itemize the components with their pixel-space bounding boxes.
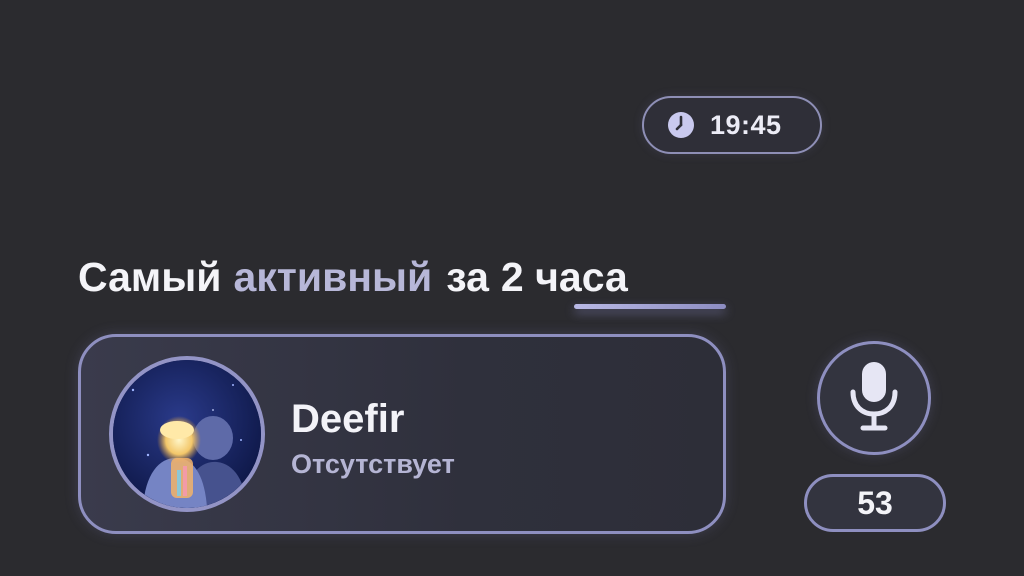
user-card[interactable]: Deefir Отсутствует — [78, 334, 726, 534]
headline-word-1: Самый — [78, 254, 222, 300]
headline: Самый активный за 2 часа — [78, 254, 628, 306]
avatar — [109, 356, 265, 512]
headline-period: 2 часа — [500, 254, 628, 300]
user-name: Deefir — [291, 397, 405, 441]
microphone-button[interactable] — [817, 341, 931, 455]
voice-count-badge: 53 — [804, 474, 946, 532]
headline-word-2: за — [446, 254, 489, 300]
time-badge: 19:45 — [642, 96, 822, 154]
period-underline — [574, 304, 726, 309]
voice-count: 53 — [857, 484, 893, 521]
microphone-icon — [847, 360, 901, 437]
headline-accent: активный — [233, 254, 433, 300]
user-status: Отсутствует — [291, 449, 455, 479]
activity-widget: 19:45 Самый активный за 2 часа Deefir От… — [0, 0, 1024, 576]
time-text: 19:45 — [710, 109, 782, 140]
clock-icon — [666, 110, 696, 140]
